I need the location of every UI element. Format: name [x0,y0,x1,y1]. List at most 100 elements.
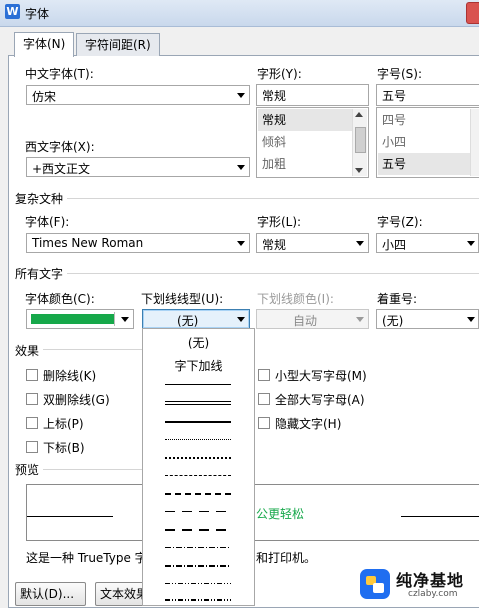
complex-font-value: Times New Roman [32,236,144,250]
preview-baseline [401,516,479,517]
hidden-text-checkbox[interactable] [258,417,270,429]
underline-option-dot-dot-dash[interactable] [165,583,231,584]
chevron-down-icon [237,93,245,98]
font-color-combo[interactable] [26,309,134,329]
chinese-font-value: 仿宋 [32,90,57,104]
font-color-label: 字体颜色(C): [25,292,95,306]
style-listbox[interactable]: 常规 倾斜 加粗 [256,107,369,178]
chevron-down-icon [356,241,364,246]
wps-app-icon: W [5,4,20,19]
underline-type-combo[interactable]: (无) [142,309,250,329]
text-effects-button[interactable]: 文本效果 [95,582,147,606]
underline-option-words[interactable]: 字下加线 [143,357,254,374]
chinese-font-label: 中文字体(T): [25,67,94,81]
underline-option-dot-dash[interactable] [165,547,231,548]
double-strikethrough-label: 双删除线(G) [43,393,110,407]
list-item[interactable]: 四号 [378,109,470,131]
underline-option-thick-dash[interactable] [165,493,231,495]
combo-separator [114,312,115,326]
complex-size-value: 小四 [382,238,407,252]
watermark-url: czlaby.com [408,589,458,599]
style-value: 常规 [262,89,287,103]
chevron-down-icon [237,317,245,322]
underline-option-thick[interactable] [165,421,231,423]
underline-type-label: 下划线线型(U): [141,292,224,306]
underline-option-thick-dotted[interactable] [165,457,231,459]
underline-option-dotted[interactable] [165,439,231,440]
watermark-text: 纯净基地 [396,571,465,590]
strikethrough-label: 删除线(K) [43,369,97,383]
subscript-label: 下标(B) [43,441,85,455]
chevron-up-icon[interactable] [355,112,363,117]
all-caps-label: 全部大写字母(A) [275,393,365,407]
style-scrollbar[interactable] [352,109,367,176]
superscript-label: 上标(P) [43,417,84,431]
complex-style-label: 字形(L): [257,215,302,229]
subscript-checkbox[interactable] [26,441,38,453]
size-label: 字号(S): [377,67,423,81]
chinese-font-combo[interactable]: 仿宋 [26,85,250,105]
size-scrollbar[interactable] [470,109,479,176]
chevron-down-icon [237,241,245,246]
tab-character-spacing[interactable]: 字符间距(R) [76,33,160,56]
list-item[interactable]: 常规 [258,109,354,131]
underline-color-label: 下划线颜色(I): [257,292,334,306]
tab-font[interactable]: 字体(N) [14,32,75,57]
list-item[interactable]: 小四 [378,131,470,153]
western-font-combo[interactable]: +西文正文 [26,157,250,177]
preview-section-title: 预览 [15,461,44,478]
list-item[interactable]: 倾斜 [258,131,354,153]
list-item[interactable]: 五号 [378,153,470,175]
size-listbox[interactable]: 四号 小四 五号 [376,107,479,178]
title-bar [0,0,479,27]
style-label: 字形(Y): [257,67,302,81]
section-divider [15,273,479,274]
underline-option-double[interactable] [165,401,231,405]
underline-type-dropdown[interactable]: (无) 字下加线 [142,328,255,606]
western-font-label: 西文字体(X): [25,140,95,154]
list-item[interactable]: 加粗 [258,153,354,175]
all-text-section-title: 所有文字 [15,265,68,282]
underline-color-value: 自动 [293,314,318,328]
emphasis-combo[interactable]: (无) [376,309,479,329]
complex-font-label: 字体(F): [25,215,70,229]
underline-option-thick-dot-dash[interactable] [165,565,231,567]
preview-note-end: 和打印机。 [256,551,317,565]
western-font-value: +西文正文 [32,162,91,176]
underline-option-long-dash[interactable] [165,511,231,512]
underline-option-single[interactable] [165,384,231,385]
section-divider [15,198,479,199]
small-caps-label: 小型大写字母(M) [275,369,367,383]
preview-note: 这是一种 TrueType 字 [26,551,147,565]
underline-option-none[interactable]: (无) [143,334,254,351]
underline-option-thick-long-dash[interactable] [165,529,231,531]
chevron-down-icon [237,165,245,170]
effects-section-title: 效果 [15,342,44,359]
chevron-down-icon [356,317,364,322]
hidden-text-label: 隐藏文字(H) [275,417,342,431]
watermark-logo-icon [360,569,390,599]
underline-option-thick-dot-dot-dash[interactable] [165,599,231,601]
size-input[interactable]: 五号 [376,84,479,106]
scroll-thumb[interactable] [355,127,366,153]
style-input[interactable]: 常规 [256,84,369,106]
small-caps-checkbox[interactable] [258,369,270,381]
default-button[interactable]: 默认(D)... [15,582,86,606]
complex-style-combo[interactable]: 常规 [256,233,369,253]
underline-option-dash[interactable] [165,475,231,476]
size-value: 五号 [382,89,407,103]
complex-size-combo[interactable]: 小四 [376,233,479,253]
chevron-down-icon[interactable] [355,168,363,173]
complex-size-label: 字号(Z): [377,215,423,229]
complex-font-combo[interactable]: Times New Roman [26,233,250,253]
strikethrough-checkbox[interactable] [26,369,38,381]
font-color-swatch [31,314,115,324]
close-button[interactable] [466,2,479,24]
emphasis-label: 着重号: [377,292,418,306]
all-caps-checkbox[interactable] [258,393,270,405]
complex-style-value: 常规 [262,238,287,252]
preview-baseline [27,516,113,517]
underline-type-value: (无) [177,314,199,328]
superscript-checkbox[interactable] [26,417,38,429]
double-strikethrough-checkbox[interactable] [26,393,38,405]
